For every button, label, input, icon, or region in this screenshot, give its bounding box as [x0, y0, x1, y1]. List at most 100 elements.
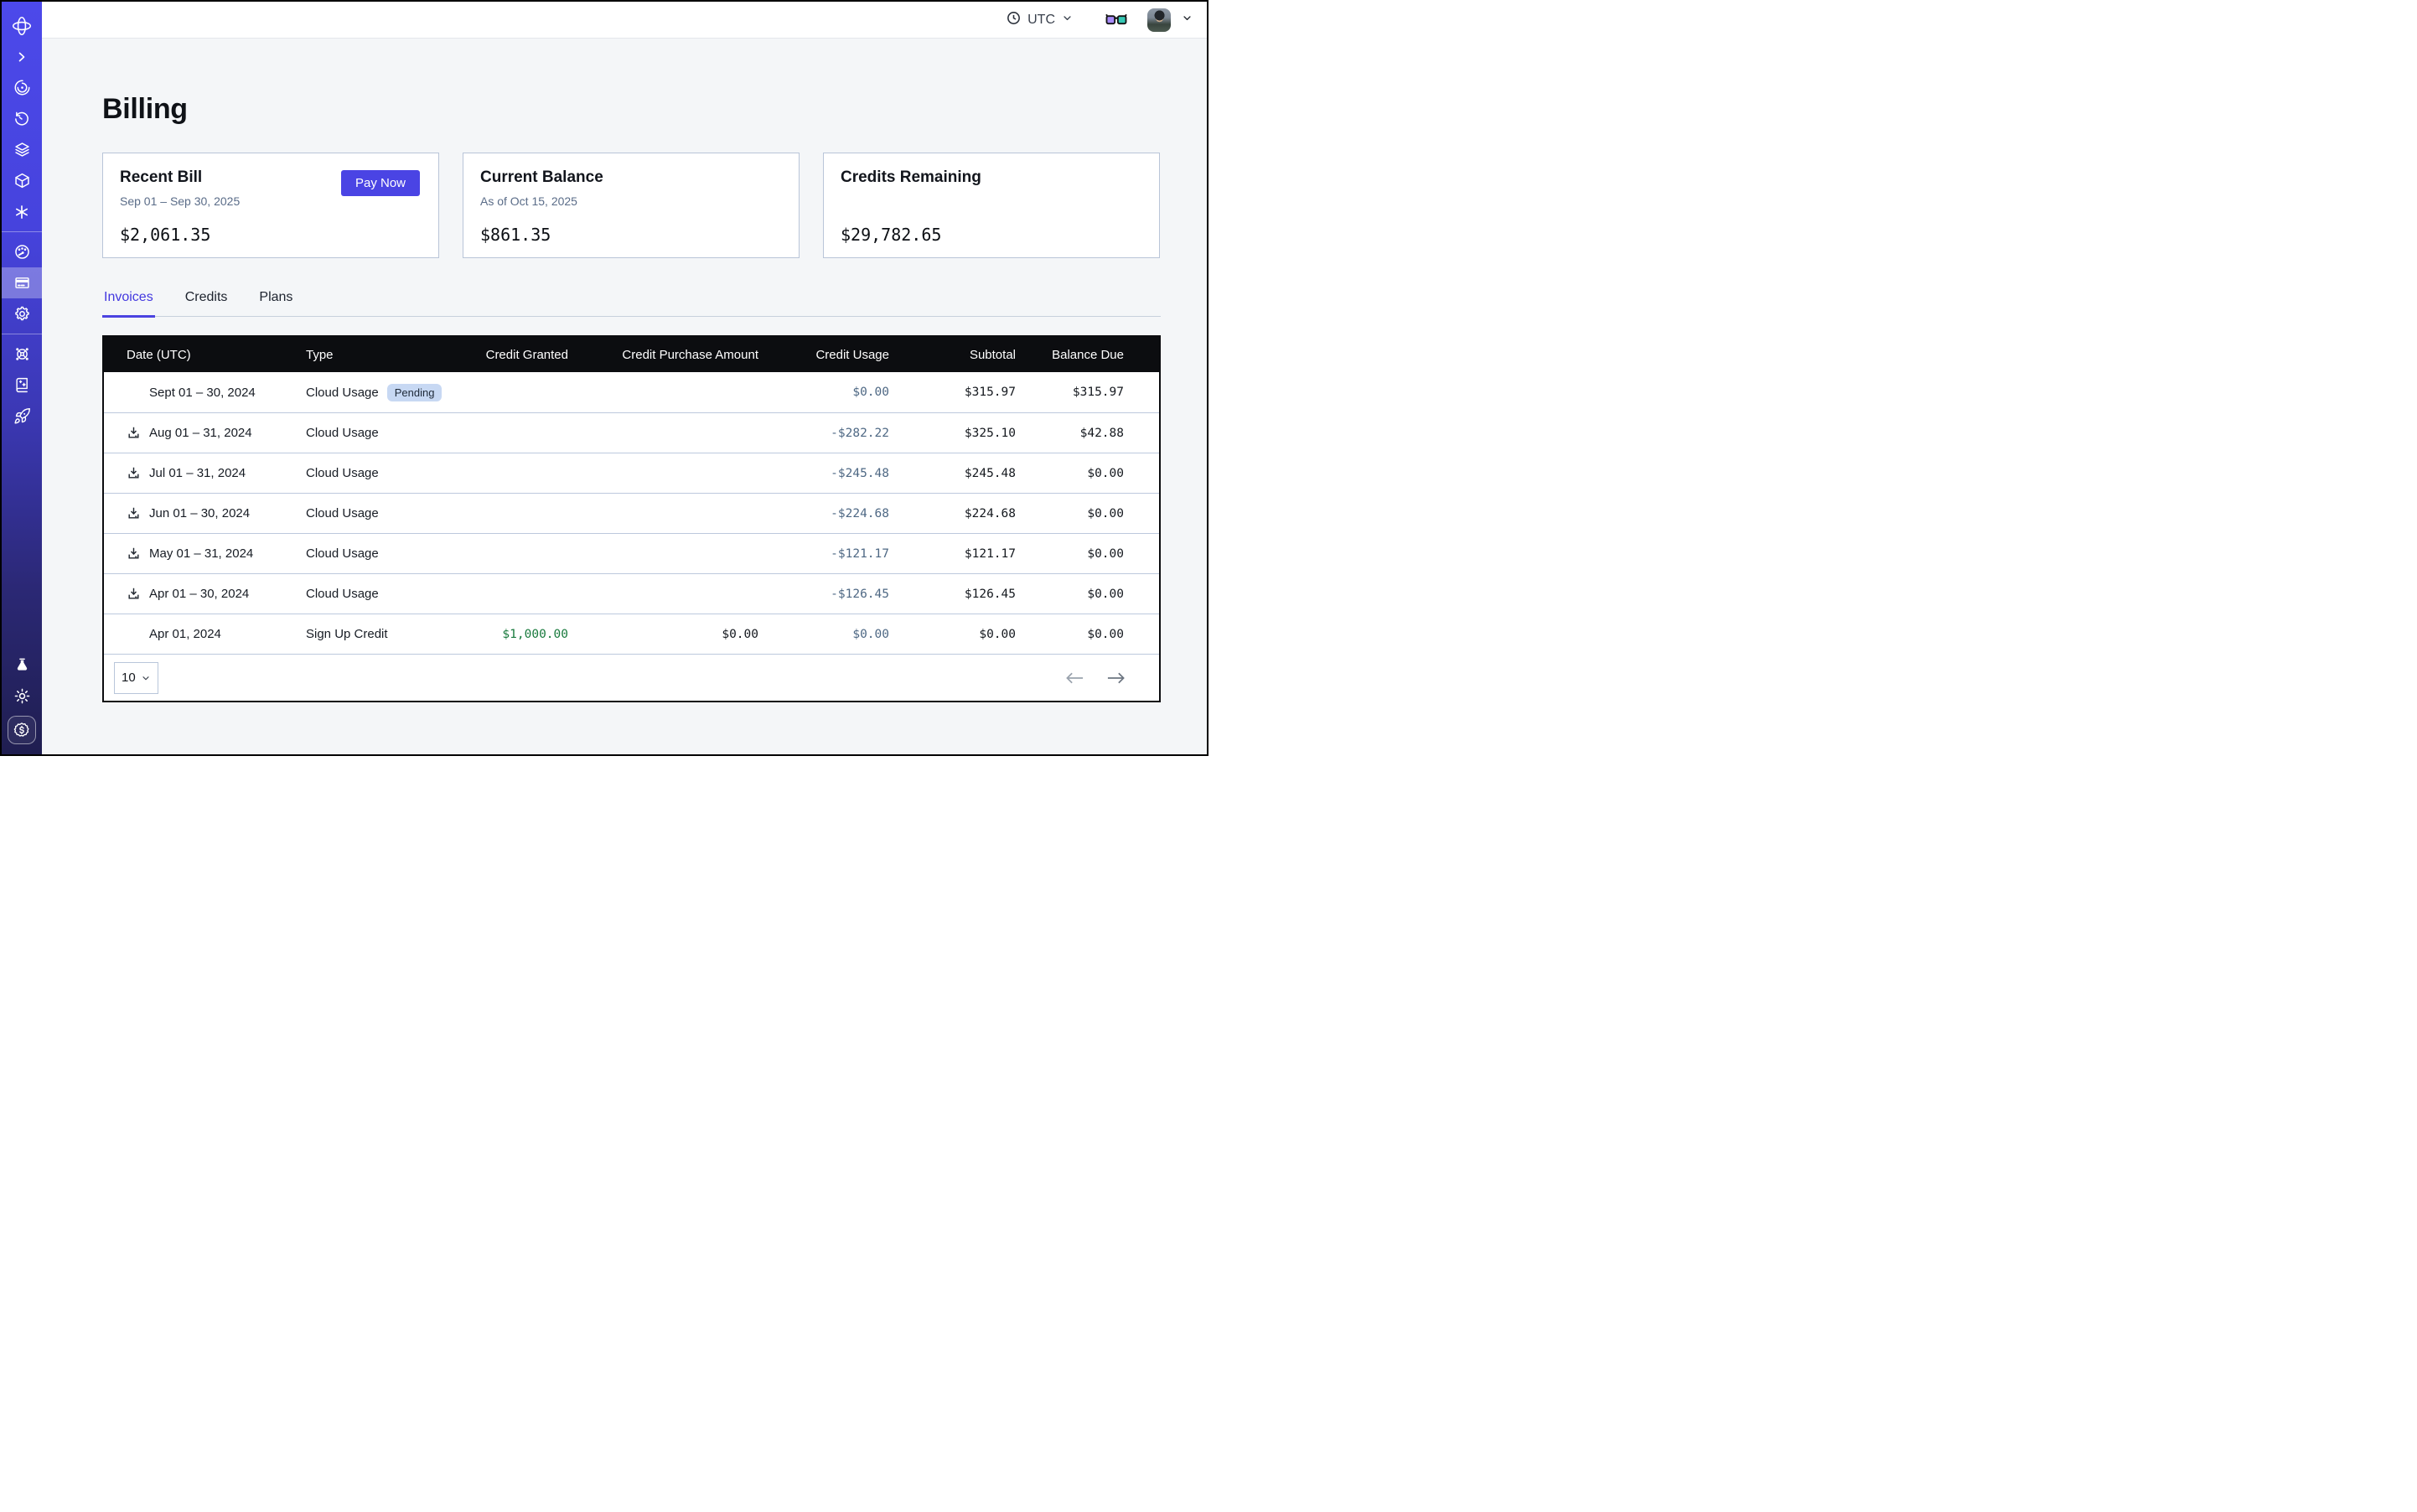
- timezone-label: UTC: [1027, 13, 1055, 28]
- sun-icon: [13, 687, 31, 705]
- cube-icon: [13, 172, 31, 189]
- table-row: Jun 01 – 30, 2024Cloud Usage -$224.68$224…: [104, 493, 1159, 533]
- timezone-selector[interactable]: UTC: [1006, 10, 1074, 30]
- credit-usage-amount: -$282.22: [758, 427, 889, 440]
- balance-due-amount: $0.00: [1016, 588, 1124, 601]
- recent-bill-card: Recent Bill Sep 01 – Sep 30, 2025 $2,061…: [102, 153, 439, 258]
- sidebar-item-gear[interactable]: [2, 298, 42, 329]
- pagination-controls: [1065, 671, 1126, 685]
- download-invoice-button[interactable]: [126, 426, 141, 441]
- sidebar-item-galaxy[interactable]: [2, 72, 42, 103]
- date-cell: Jul 01 – 31, 2024: [104, 466, 306, 481]
- column-header: Type: [306, 348, 474, 362]
- page-title: Billing: [102, 92, 1207, 126]
- table-row: Aug 01 – 31, 2024 Cloud Usage -$282.22$325…: [104, 412, 1159, 453]
- type-cell: Cloud Usage: [306, 466, 474, 480]
- chevron-down-icon: [1181, 12, 1193, 28]
- subtotal-amount: $0.00: [889, 628, 1016, 641]
- download-icon: [127, 506, 141, 520]
- sidebar-item-book-sparkle[interactable]: [2, 370, 42, 401]
- balance-due-amount: $0.00: [1016, 467, 1124, 480]
- date-cell: Apr 01 – 30, 2024: [104, 587, 306, 602]
- sidebar-item-asterisk[interactable]: [2, 196, 42, 227]
- type-cell: Cloud Usage: [306, 506, 474, 520]
- download-invoice-button[interactable]: [126, 587, 141, 602]
- avatar: [1147, 8, 1171, 32]
- table-header: Date (UTC)TypeCredit GrantedCredit Purch…: [104, 337, 1159, 372]
- date-cell: Jun 01 – 30, 2024: [104, 506, 306, 521]
- credit-usage-amount: $0.00: [758, 628, 889, 641]
- flask-icon: [13, 656, 31, 674]
- next-page-button[interactable]: [1106, 671, 1126, 685]
- previous-page-button[interactable]: [1065, 671, 1084, 685]
- billing-tabs: Invoices Credits Plans: [102, 290, 1161, 317]
- sidebar-item-billing-card[interactable]: [2, 267, 42, 298]
- asterisk-icon: [13, 204, 30, 220]
- sidebar-item-helm[interactable]: [2, 339, 42, 370]
- layers-icon: [13, 141, 31, 158]
- column-header: Credit Purchase Amount: [568, 348, 758, 362]
- credits-remaining-amount: $29,782.65: [841, 225, 941, 245]
- clock-icon: [1006, 10, 1022, 30]
- subtotal-amount: $121.17: [889, 547, 1016, 561]
- sidebar-item-layers[interactable]: [2, 134, 42, 165]
- sidebar-item-cube[interactable]: [2, 165, 42, 196]
- page-size-select[interactable]: 10: [114, 662, 158, 694]
- invoice-type: Cloud Usage: [306, 426, 379, 440]
- page-size-value: 10: [122, 671, 136, 685]
- gear-icon: [13, 305, 31, 323]
- invoice-date: Apr 01 – 30, 2024: [149, 587, 249, 601]
- galaxy-icon: [13, 79, 31, 96]
- sidebar: [2, 2, 42, 754]
- subtotal-amount: $126.45: [889, 588, 1016, 601]
- credit-usage-amount: -$224.68: [758, 507, 889, 520]
- download-invoice-button[interactable]: [126, 546, 141, 562]
- account-menu[interactable]: [1147, 8, 1193, 32]
- sidebar-item-history[interactable]: [2, 103, 42, 134]
- balance-due-amount: $0.00: [1016, 507, 1124, 520]
- subtotal-amount: $224.68: [889, 507, 1016, 520]
- invoice-date: Aug 01 – 31, 2024: [149, 426, 252, 440]
- dollar-seal-icon: [13, 721, 31, 739]
- subtotal-amount: $325.10: [889, 427, 1016, 440]
- sidebar-item-dollar-seal[interactable]: [8, 716, 36, 744]
- type-cell: Cloud Usage: [306, 546, 474, 561]
- tab-plans[interactable]: Plans: [257, 290, 294, 316]
- invoice-type: Cloud Usage: [306, 466, 379, 480]
- sidebar-divider: [2, 231, 42, 232]
- column-header: Subtotal: [889, 348, 1016, 362]
- card-subtitle: As of Oct 15, 2025: [480, 194, 782, 208]
- table-footer: 10: [104, 654, 1159, 701]
- download-icon: [127, 426, 141, 440]
- card-subtitle: Sep 01 – Sep 30, 2025: [120, 194, 422, 208]
- balance-due-amount: $315.97: [1016, 386, 1124, 399]
- tab-credits[interactable]: Credits: [184, 290, 230, 316]
- invoice-date: Sept 01 – 30, 2024: [149, 386, 256, 400]
- sidebar-item-rocket[interactable]: [2, 401, 42, 432]
- table-row: Apr 01 – 30, 2024Cloud Usage-$126.45$126…: [104, 573, 1159, 614]
- tab-invoices[interactable]: Invoices: [102, 290, 155, 316]
- download-invoice-button[interactable]: [126, 506, 141, 521]
- icon-spacer: [126, 627, 141, 642]
- table-row: Sept 01 – 30, 2024Cloud UsagePending$0.0…: [104, 372, 1159, 412]
- credit-usage-amount: -$245.48: [758, 467, 889, 480]
- gauge-icon: [13, 243, 31, 261]
- sidebar-item-flask[interactable]: [2, 650, 42, 681]
- subtotal-amount: $245.48: [889, 467, 1016, 480]
- invoice-date: Apr 01, 2024: [149, 627, 221, 641]
- card-title: Credits Remaining: [841, 168, 1142, 187]
- download-invoice-button[interactable]: [126, 466, 141, 481]
- credit-usage-amount: -$121.17: [758, 547, 889, 561]
- book-sparkle-icon: [13, 376, 31, 394]
- sidebar-item-sun[interactable]: [2, 681, 42, 712]
- table-row: May 01 – 31, 2024Cloud Usage-$121.17$121…: [104, 533, 1159, 573]
- sidebar-item-chevron-right[interactable]: [2, 41, 42, 72]
- logo-icon: [11, 15, 33, 37]
- sidebar-item-logo[interactable]: [2, 10, 42, 41]
- summary-cards: Recent Bill Sep 01 – Sep 30, 2025 $2,061…: [102, 153, 1161, 258]
- sidebar-item-gauge[interactable]: [2, 236, 42, 267]
- column-header: Credit Granted: [474, 348, 568, 362]
- goggles-icon-button[interactable]: [1105, 13, 1127, 27]
- pay-now-button[interactable]: Pay Now: [341, 170, 420, 196]
- download-icon: [127, 466, 141, 480]
